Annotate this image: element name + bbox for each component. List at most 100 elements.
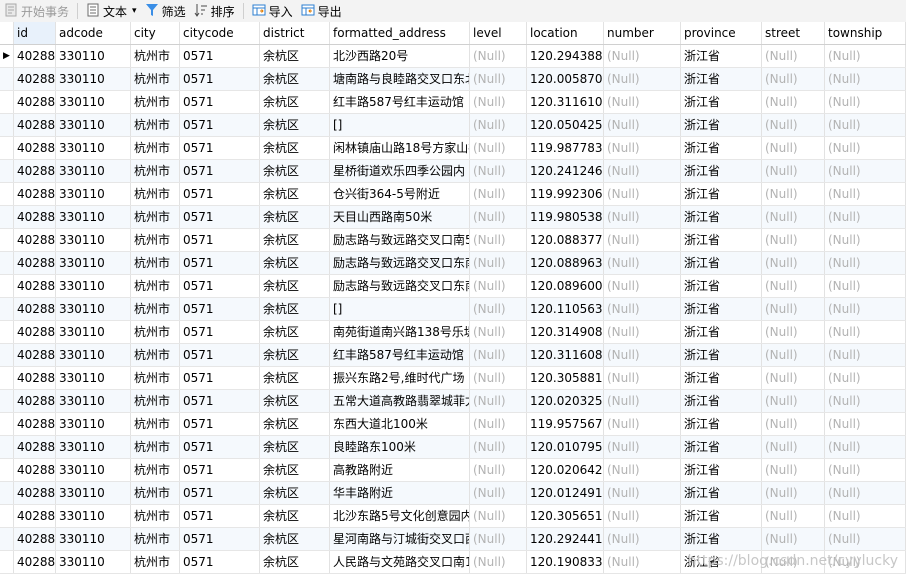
cell-level[interactable]: (Null) [470, 528, 527, 550]
begin-transaction-button[interactable]: 开始事务 [0, 1, 73, 21]
cell-adcode[interactable]: 330110 [56, 344, 131, 366]
cell-citycode[interactable]: 0571 [180, 114, 260, 136]
cell-street[interactable]: (Null) [762, 206, 825, 228]
cell-formatted-address[interactable]: 高教路附近 [330, 459, 470, 481]
cell-id[interactable]: 40288 [14, 114, 56, 136]
cell-district[interactable]: 余杭区 [260, 459, 330, 481]
cell-level[interactable]: (Null) [470, 551, 527, 573]
cell-number[interactable]: (Null) [604, 206, 681, 228]
cell-street[interactable]: (Null) [762, 229, 825, 251]
row-marker[interactable] [0, 114, 14, 136]
cell-township[interactable]: (Null) [825, 229, 906, 251]
cell-level[interactable]: (Null) [470, 413, 527, 435]
cell-number[interactable]: (Null) [604, 45, 681, 67]
cell-number[interactable]: (Null) [604, 528, 681, 550]
column-header-province[interactable]: province [681, 22, 762, 44]
column-header-citycode[interactable]: citycode [180, 22, 260, 44]
cell-location[interactable]: 119.957567,3 [527, 413, 604, 435]
cell-location[interactable]: 120.311610,3 [527, 91, 604, 113]
cell-street[interactable]: (Null) [762, 45, 825, 67]
cell-citycode[interactable]: 0571 [180, 275, 260, 297]
table-row[interactable]: 40288 330110 杭州市 0571 余杭区 闲林镇庙山路18号方家山社 (Null)… [0, 137, 906, 160]
cell-citycode[interactable]: 0571 [180, 137, 260, 159]
cell-id[interactable]: 40288 [14, 436, 56, 458]
cell-city[interactable]: 杭州市 [131, 229, 180, 251]
cell-number[interactable]: (Null) [604, 390, 681, 412]
cell-township[interactable]: (Null) [825, 344, 906, 366]
cell-township[interactable]: (Null) [825, 505, 906, 527]
row-marker[interactable] [0, 390, 14, 412]
cell-adcode[interactable]: 330110 [56, 252, 131, 274]
cell-number[interactable]: (Null) [604, 413, 681, 435]
cell-formatted-address[interactable]: [] [330, 298, 470, 320]
cell-township[interactable]: (Null) [825, 367, 906, 389]
cell-adcode[interactable]: 330110 [56, 390, 131, 412]
current-row-indicator-icon[interactable]: ▶ [0, 45, 14, 67]
chevron-down-icon[interactable]: ▾ [132, 6, 137, 16]
cell-city[interactable]: 杭州市 [131, 505, 180, 527]
cell-adcode[interactable]: 330110 [56, 183, 131, 205]
table-row[interactable]: 40288 330110 杭州市 0571 余杭区 华丰路附近 (Null) 120.0124… [0, 482, 906, 505]
cell-formatted-address[interactable]: 南苑街道南兴路138号乐堤 [330, 321, 470, 343]
cell-id[interactable]: 40288 [14, 459, 56, 481]
cell-adcode[interactable]: 330110 [56, 298, 131, 320]
cell-location[interactable]: 120.311608,3 [527, 344, 604, 366]
table-row[interactable]: 40288 330110 杭州市 0571 余杭区 星河南路与汀城街交叉口西 (Null) 1… [0, 528, 906, 551]
cell-city[interactable]: 杭州市 [131, 528, 180, 550]
cell-street[interactable]: (Null) [762, 137, 825, 159]
cell-formatted-address[interactable]: 闲林镇庙山路18号方家山社 [330, 137, 470, 159]
cell-township[interactable]: (Null) [825, 45, 906, 67]
cell-district[interactable]: 余杭区 [260, 275, 330, 297]
table-row[interactable]: 40288 330110 杭州市 0571 余杭区 星桥街道欢乐四季公园内 (Null) 12… [0, 160, 906, 183]
cell-city[interactable]: 杭州市 [131, 298, 180, 320]
cell-level[interactable]: (Null) [470, 114, 527, 136]
cell-formatted-address[interactable]: 东西大道北100米 [330, 413, 470, 435]
cell-street[interactable]: (Null) [762, 114, 825, 136]
cell-id[interactable]: 40288 [14, 367, 56, 389]
column-header-level[interactable]: level [470, 22, 527, 44]
row-marker[interactable] [0, 229, 14, 251]
cell-citycode[interactable]: 0571 [180, 68, 260, 90]
cell-province[interactable]: 浙江省 [681, 68, 762, 90]
cell-city[interactable]: 杭州市 [131, 551, 180, 573]
cell-number[interactable]: (Null) [604, 160, 681, 182]
cell-id[interactable]: 40288 [14, 252, 56, 274]
cell-location[interactable]: 120.020642,3 [527, 459, 604, 481]
cell-id[interactable]: 40288 [14, 390, 56, 412]
cell-adcode[interactable]: 330110 [56, 275, 131, 297]
cell-level[interactable]: (Null) [470, 390, 527, 412]
cell-township[interactable]: (Null) [825, 160, 906, 182]
cell-id[interactable]: 40288 [14, 482, 56, 504]
cell-city[interactable]: 杭州市 [131, 252, 180, 274]
cell-province[interactable]: 浙江省 [681, 436, 762, 458]
cell-province[interactable]: 浙江省 [681, 229, 762, 251]
cell-location[interactable]: 120.089600,3 [527, 275, 604, 297]
row-marker[interactable] [0, 436, 14, 458]
cell-adcode[interactable]: 330110 [56, 551, 131, 573]
cell-township[interactable]: (Null) [825, 183, 906, 205]
cell-formatted-address[interactable]: 励志路与致远路交叉口南50 [330, 229, 470, 251]
row-marker[interactable] [0, 344, 14, 366]
cell-number[interactable]: (Null) [604, 344, 681, 366]
cell-township[interactable]: (Null) [825, 68, 906, 90]
cell-id[interactable]: 40288 [14, 413, 56, 435]
cell-level[interactable]: (Null) [470, 137, 527, 159]
table-row[interactable]: 40288 330110 杭州市 0571 余杭区 北沙东路5号文化创意园内 (Null) 1… [0, 505, 906, 528]
cell-district[interactable]: 余杭区 [260, 206, 330, 228]
cell-level[interactable]: (Null) [470, 298, 527, 320]
cell-street[interactable]: (Null) [762, 367, 825, 389]
cell-city[interactable]: 杭州市 [131, 91, 180, 113]
cell-adcode[interactable]: 330110 [56, 206, 131, 228]
cell-formatted-address[interactable]: 红丰路587号红丰运动馆 [330, 344, 470, 366]
cell-city[interactable]: 杭州市 [131, 183, 180, 205]
cell-number[interactable]: (Null) [604, 459, 681, 481]
cell-formatted-address[interactable]: 振兴东路2号,维时代广场 [330, 367, 470, 389]
cell-formatted-address[interactable]: 仓兴街364-5号附近 [330, 183, 470, 205]
cell-province[interactable]: 浙江省 [681, 459, 762, 481]
cell-level[interactable]: (Null) [470, 183, 527, 205]
cell-district[interactable]: 余杭区 [260, 505, 330, 527]
table-row[interactable]: 40288 330110 杭州市 0571 余杭区 高教路附近 (Null) 120.0206… [0, 459, 906, 482]
cell-street[interactable]: (Null) [762, 252, 825, 274]
cell-formatted-address[interactable]: 北沙西路20号 [330, 45, 470, 67]
table-row[interactable]: 40288 330110 杭州市 0571 余杭区 东西大道北100米 (Null) 119.… [0, 413, 906, 436]
